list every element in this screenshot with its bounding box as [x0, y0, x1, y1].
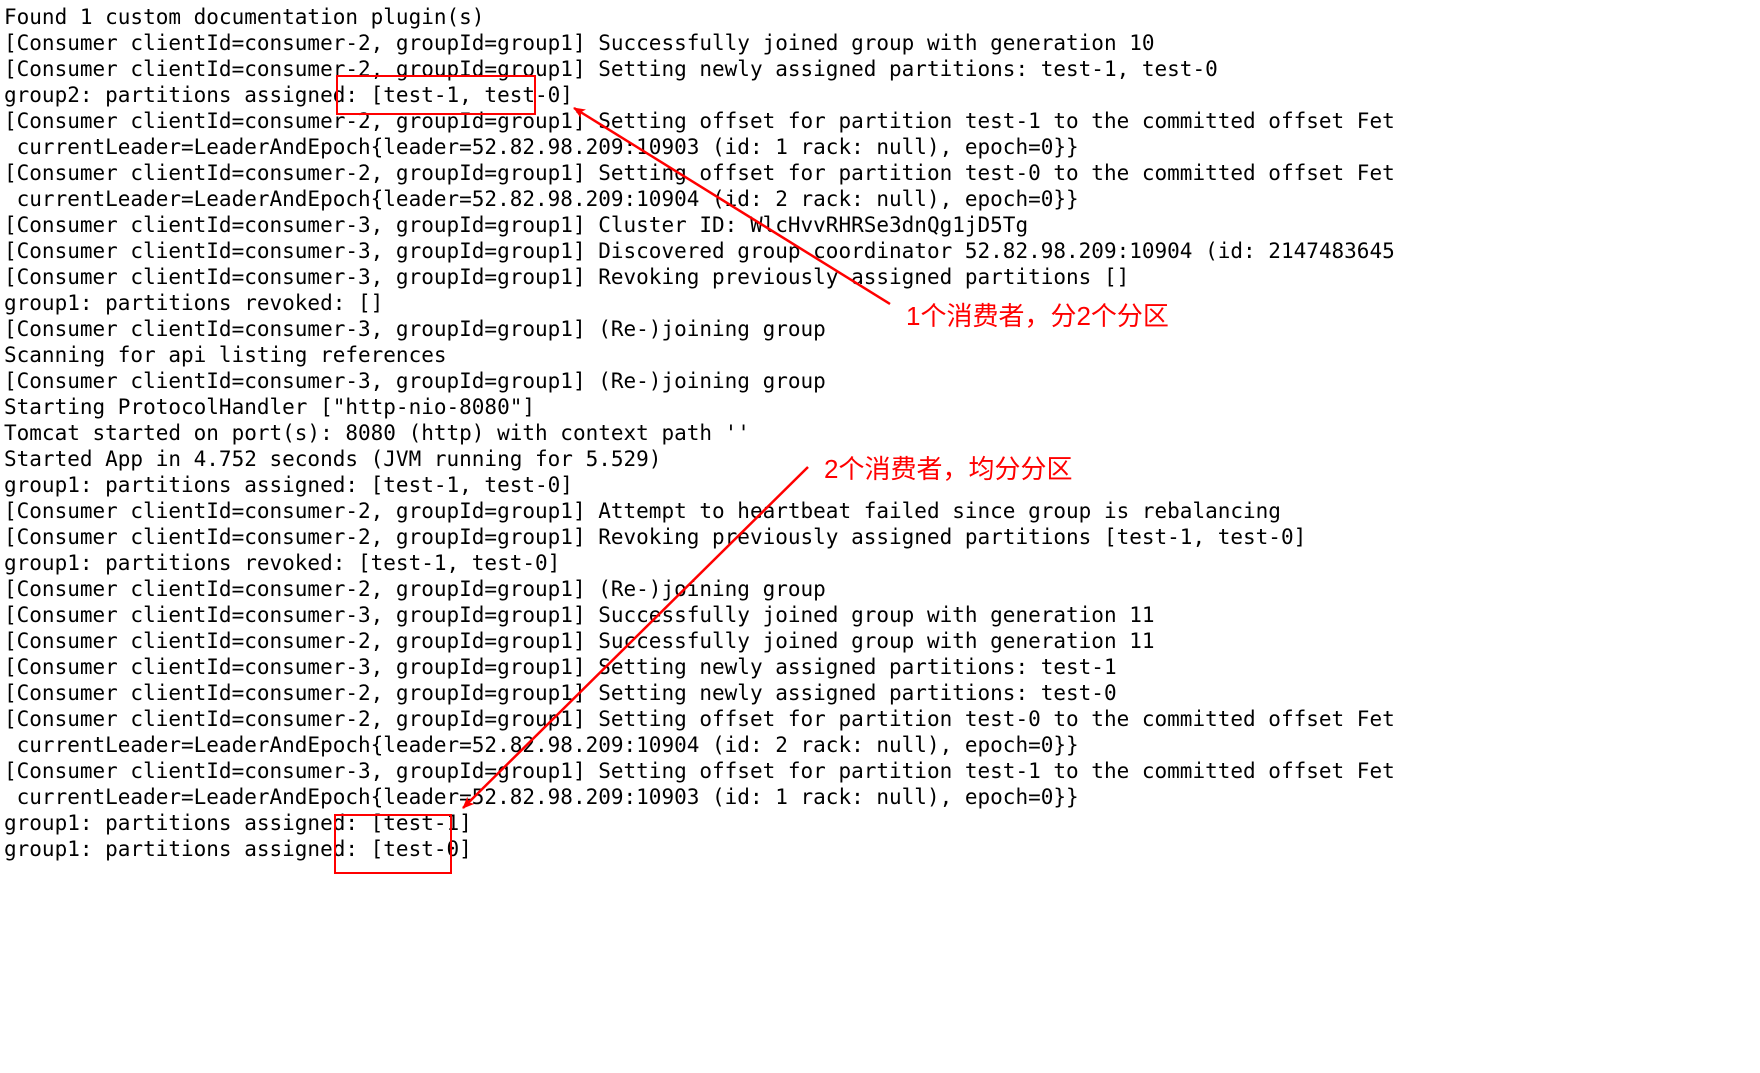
annotation-two-consumers: 2个消费者，均分分区: [824, 449, 1072, 486]
log-output: Found 1 custom documentation plugin(s) […: [0, 0, 1760, 862]
annotation-one-consumer: 1个消费者，分2个分区: [906, 296, 1169, 333]
